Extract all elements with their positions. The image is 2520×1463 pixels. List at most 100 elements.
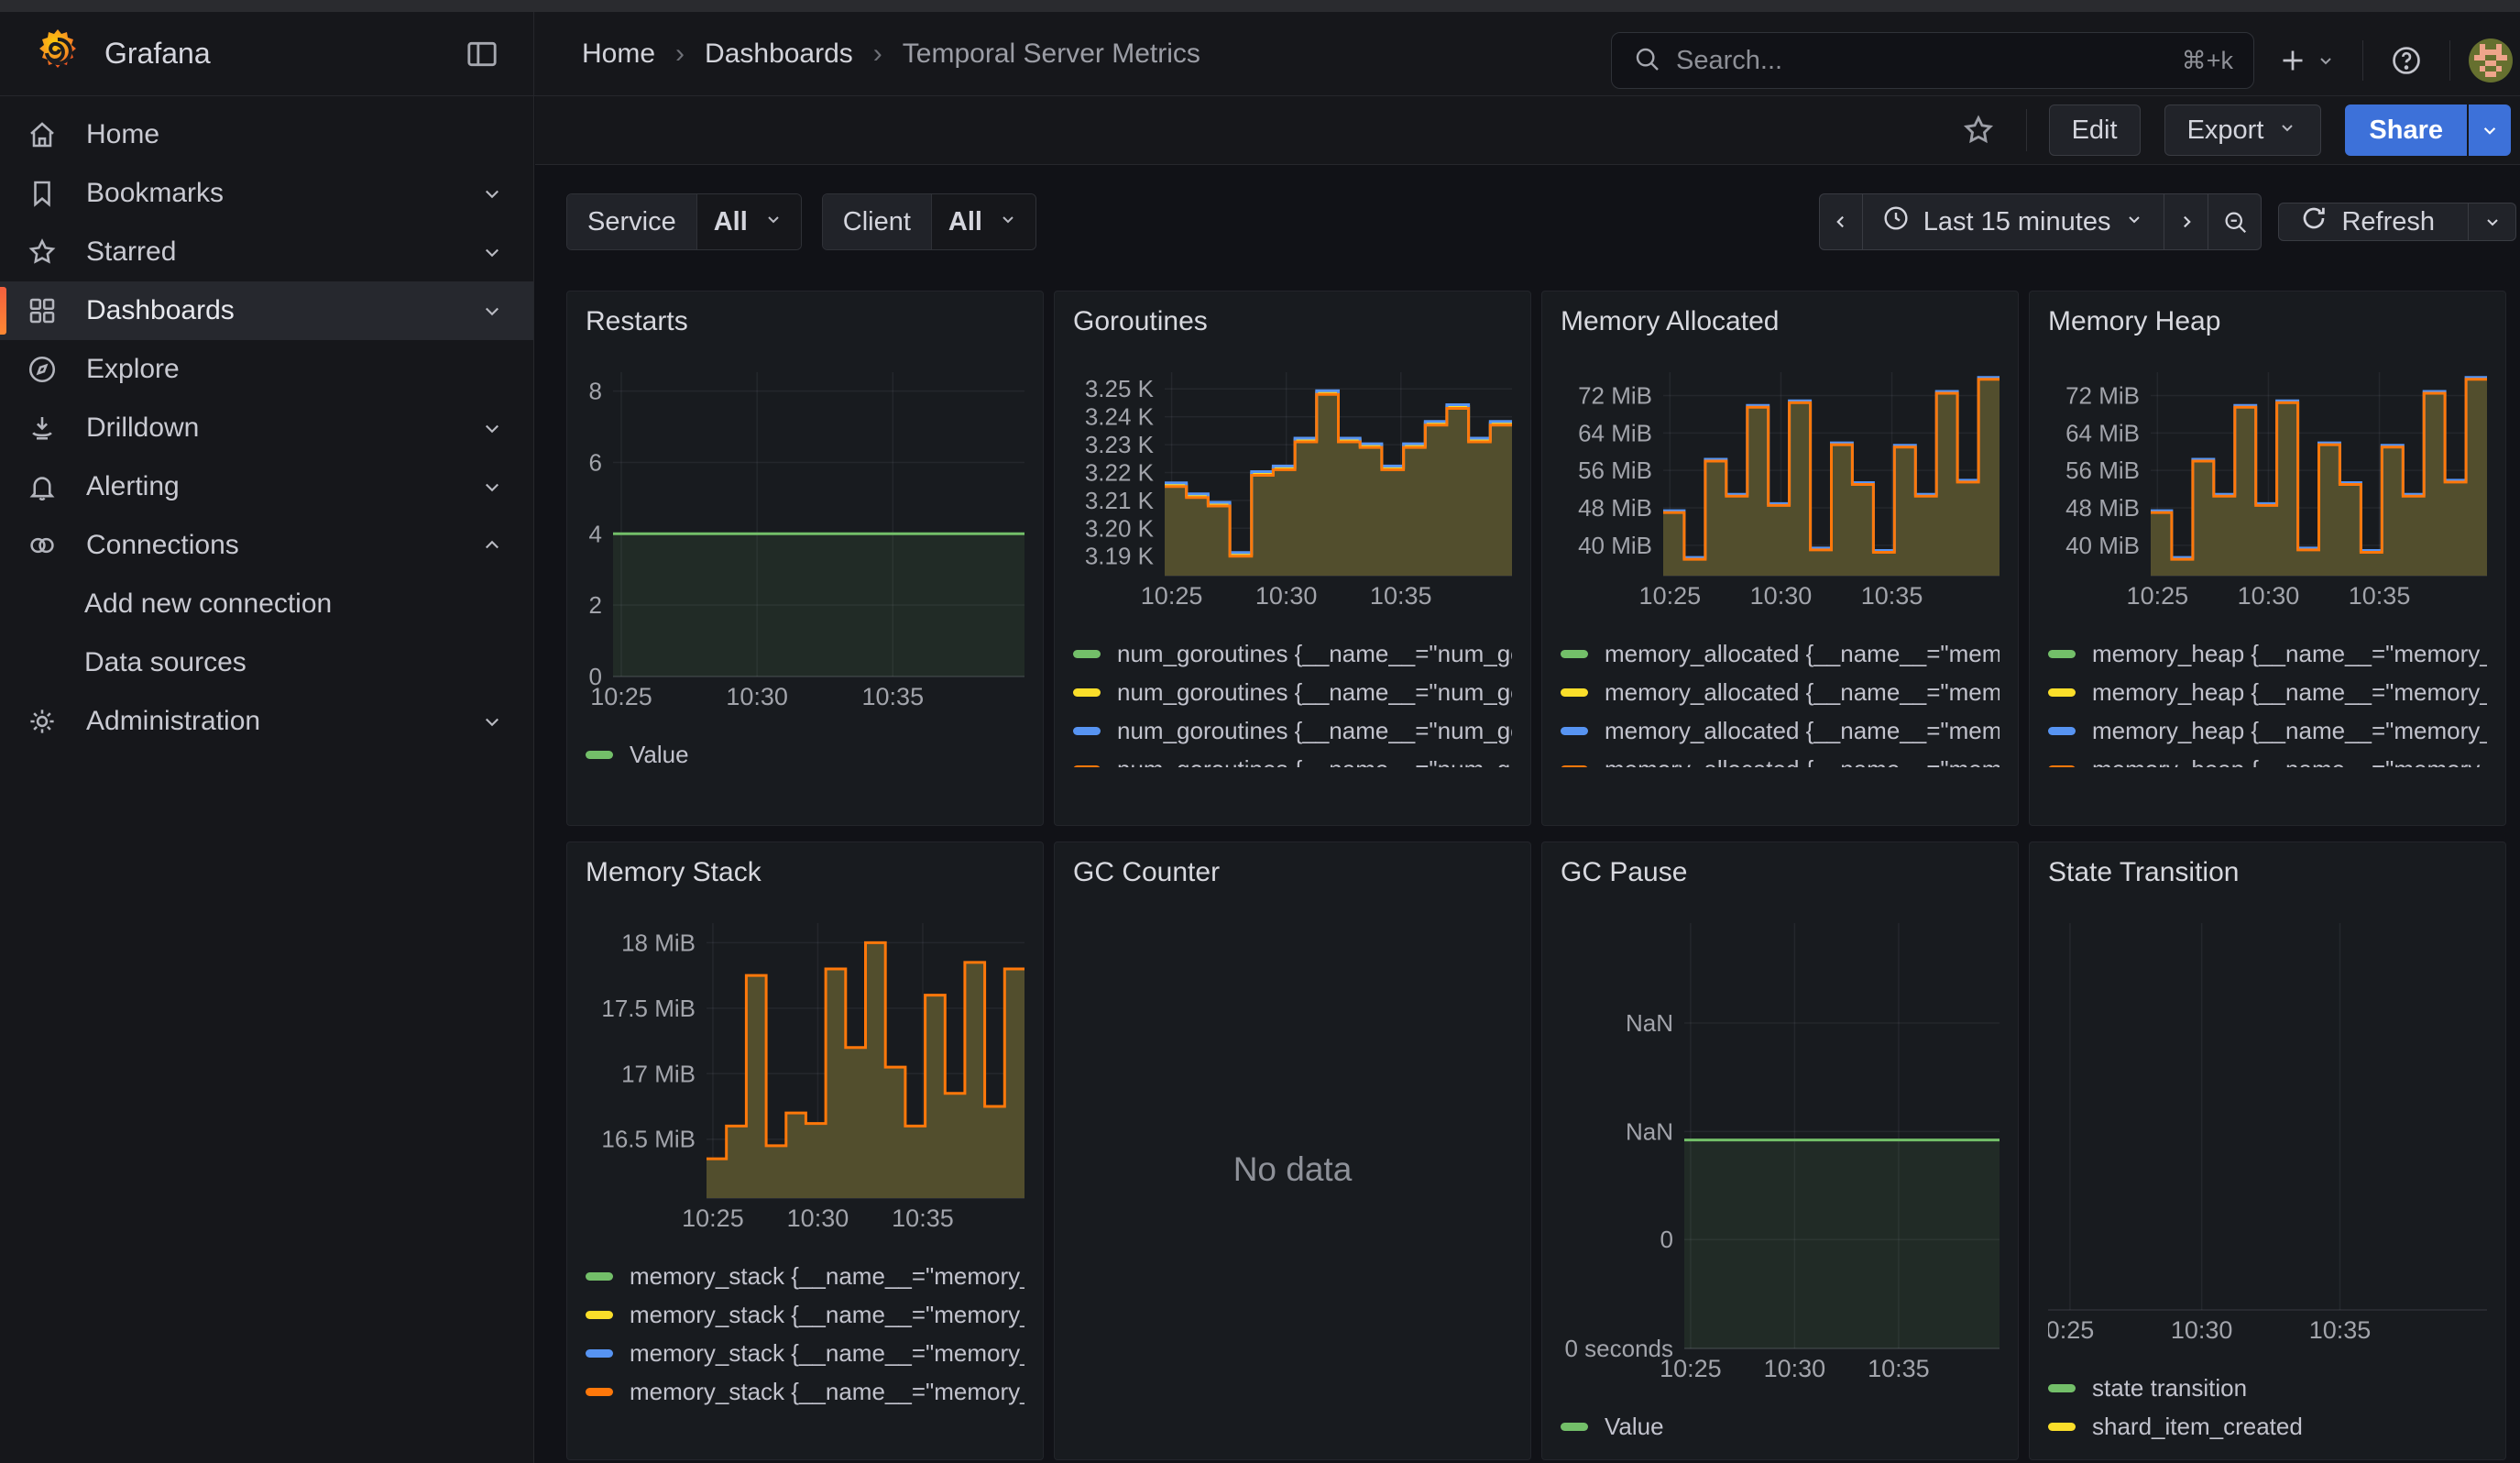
legend-item[interactable]: memory_stack {__name__="memory_s: [586, 1302, 1024, 1327]
help-button[interactable]: [2382, 36, 2431, 85]
legend-item[interactable]: memory_heap {__name__="memory_h: [2048, 756, 2487, 767]
chart-plot-restarts[interactable]: 8642010:2510:3010:35: [586, 372, 1024, 711]
legend-swatch: [1561, 688, 1588, 697]
svg-text:10:35: 10:35: [1868, 1355, 1930, 1382]
time-shift-back-button[interactable]: [1819, 193, 1863, 250]
svg-text:10:25: 10:25: [1141, 582, 1203, 610]
breadcrumb-dashboards[interactable]: Dashboards: [705, 38, 853, 70]
sidebar-item-home[interactable]: Home: [0, 105, 533, 164]
chart-plot-state-transition[interactable]: 0:2510:3010:35: [2048, 923, 2487, 1345]
svg-text:10:35: 10:35: [2349, 582, 2411, 610]
zoom-out-button[interactable]: [2208, 193, 2262, 250]
sidebar-item-dashboards[interactable]: Dashboards: [0, 281, 533, 340]
refresh-button[interactable]: Refresh: [2278, 203, 2469, 241]
time-shift-forward-button[interactable]: [2164, 193, 2208, 250]
sidebar-toggle-icon[interactable]: [456, 28, 508, 80]
legend-item[interactable]: memory_allocated {__name__="memo: [1561, 718, 2000, 743]
share-dropdown-button[interactable]: [2469, 104, 2511, 156]
sidebar-item-add-new-connection[interactable]: Add new connection: [0, 575, 533, 633]
gear-icon: [26, 705, 59, 738]
legend-item[interactable]: memory_heap {__name__="memory_h: [2048, 718, 2487, 743]
legend-item[interactable]: num_goroutines {__name__="num_go: [1073, 756, 1512, 767]
legend-item[interactable]: memory_allocated {__name__="memo: [1561, 641, 2000, 666]
chevron-down-icon[interactable]: [478, 414, 506, 442]
legend-label: Value: [1605, 1413, 1664, 1441]
legend-item[interactable]: memory_allocated {__name__="memo: [1561, 756, 2000, 767]
svg-text:3.22 K: 3.22 K: [1085, 458, 1155, 486]
drilldown-icon: [26, 412, 59, 445]
sidebar-item-drilldown[interactable]: Drilldown: [0, 399, 533, 457]
svg-text:0:25: 0:25: [2048, 1316, 2094, 1344]
legend-swatch: [1073, 688, 1101, 697]
dashboard-controls: Service All Client All: [566, 192, 2520, 251]
top-nav: Grafana Home › Dashboards › Temporal Ser…: [0, 12, 2520, 96]
chevron-down-icon[interactable]: [478, 238, 506, 266]
sidebar-item-connections[interactable]: Connections: [0, 516, 533, 575]
compass-icon: [26, 353, 59, 386]
time-range-button[interactable]: Last 15 minutes: [1863, 193, 2165, 250]
chevron-up-icon[interactable]: [478, 532, 506, 559]
nav-right-cluster: [2269, 30, 2513, 91]
legend-item[interactable]: memory_heap {__name__="memory_h: [2048, 679, 2487, 705]
panel-legend: state transition shard_item_created: [2048, 1362, 2487, 1439]
svg-text:17 MiB: 17 MiB: [621, 1060, 696, 1087]
chart-plot-gc-pause[interactable]: NaNNaN00 seconds10:2510:3010:35: [1561, 923, 2000, 1383]
legend-label: Value: [630, 741, 689, 769]
add-button[interactable]: [2269, 37, 2344, 84]
svg-text:10:35: 10:35: [862, 683, 925, 710]
client-variable-select[interactable]: All: [932, 194, 1035, 249]
legend-item[interactable]: shard_item_created: [2048, 1414, 2487, 1439]
sidebar-item-administration[interactable]: Administration: [0, 692, 533, 751]
user-avatar[interactable]: [2469, 38, 2513, 82]
svg-text:40 MiB: 40 MiB: [2065, 532, 2140, 559]
edit-button[interactable]: Edit: [2049, 104, 2141, 156]
sidebar-item-explore[interactable]: Explore: [0, 340, 533, 399]
breadcrumb-current-page: Temporal Server Metrics: [903, 38, 1200, 70]
legend-item[interactable]: num_goroutines {__name__="num_go: [1073, 641, 1512, 666]
refresh-interval-button[interactable]: [2469, 203, 2516, 241]
legend-item[interactable]: memory_stack {__name__="memory_s: [586, 1340, 1024, 1366]
sidebar-item-data-sources[interactable]: Data sources: [0, 633, 533, 692]
chart-plot-memory-allocated[interactable]: 72 MiB64 MiB56 MiB48 MiB40 MiB10:2510:30…: [1561, 372, 2000, 610]
legend-label: memory_heap {__name__="memory_h: [2092, 717, 2487, 745]
chevron-down-icon: [762, 207, 784, 237]
service-variable-select[interactable]: All: [697, 194, 801, 249]
legend-label: memory_allocated {__name__="memo: [1605, 755, 2000, 768]
dashboard-canvas: Service All Client All: [535, 165, 2520, 1463]
chart-plot-goroutines[interactable]: 3.25 K3.24 K3.23 K3.22 K3.21 K3.20 K3.19…: [1073, 372, 1512, 610]
panel-legend: memory_allocated {__name__="memo memory_a…: [1561, 628, 2000, 767]
share-button[interactable]: Share: [2345, 104, 2467, 156]
legend-swatch: [1561, 765, 1588, 768]
chart-plot-memory-heap[interactable]: 72 MiB64 MiB56 MiB48 MiB40 MiB10:2510:30…: [2048, 372, 2487, 610]
chart-plot-memory-stack[interactable]: 18 MiB17.5 MiB17 MiB16.5 MiB10:2510:3010…: [586, 923, 1024, 1233]
legend-item[interactable]: num_goroutines {__name__="num_go: [1073, 679, 1512, 705]
svg-text:3.23 K: 3.23 K: [1085, 431, 1155, 458]
sidebar-item-label: Drilldown: [86, 412, 199, 444]
legend-swatch: [1561, 727, 1588, 735]
legend-item[interactable]: memory_stack {__name__="memory_s: [586, 1379, 1024, 1404]
legend-item[interactable]: memory_heap {__name__="memory_h: [2048, 641, 2487, 666]
legend-item[interactable]: Value: [1561, 1414, 2000, 1439]
window-top-strip: [0, 0, 2520, 12]
svg-text:8: 8: [589, 378, 602, 405]
favorite-star-button[interactable]: [1953, 104, 2004, 156]
chevron-down-icon[interactable]: [478, 297, 506, 324]
svg-text:3.21 K: 3.21 K: [1085, 487, 1155, 514]
svg-text:10:35: 10:35: [1861, 582, 1923, 610]
search-input[interactable]: Search... ⌘+k: [1611, 32, 2254, 89]
legend-item[interactable]: state transition: [2048, 1375, 2487, 1401]
export-button[interactable]: Export: [2164, 104, 2322, 156]
legend-item[interactable]: memory_stack {__name__="memory_s: [586, 1263, 1024, 1289]
legend-item[interactable]: Value: [586, 742, 1024, 767]
breadcrumb-home[interactable]: Home: [582, 38, 655, 70]
sidebar-item-alerting[interactable]: Alerting: [0, 457, 533, 516]
sidebar-item-starred[interactable]: Starred: [0, 223, 533, 281]
sidebar-item-bookmarks[interactable]: Bookmarks: [0, 164, 533, 223]
legend-item[interactable]: memory_allocated {__name__="memo: [1561, 679, 2000, 705]
legend-label: memory_allocated {__name__="memo: [1605, 717, 2000, 745]
chevron-down-icon[interactable]: [478, 708, 506, 735]
svg-text:17.5 MiB: 17.5 MiB: [601, 995, 696, 1022]
legend-item[interactable]: num_goroutines {__name__="num_go: [1073, 718, 1512, 743]
chevron-down-icon[interactable]: [478, 473, 506, 500]
chevron-down-icon[interactable]: [478, 180, 506, 207]
